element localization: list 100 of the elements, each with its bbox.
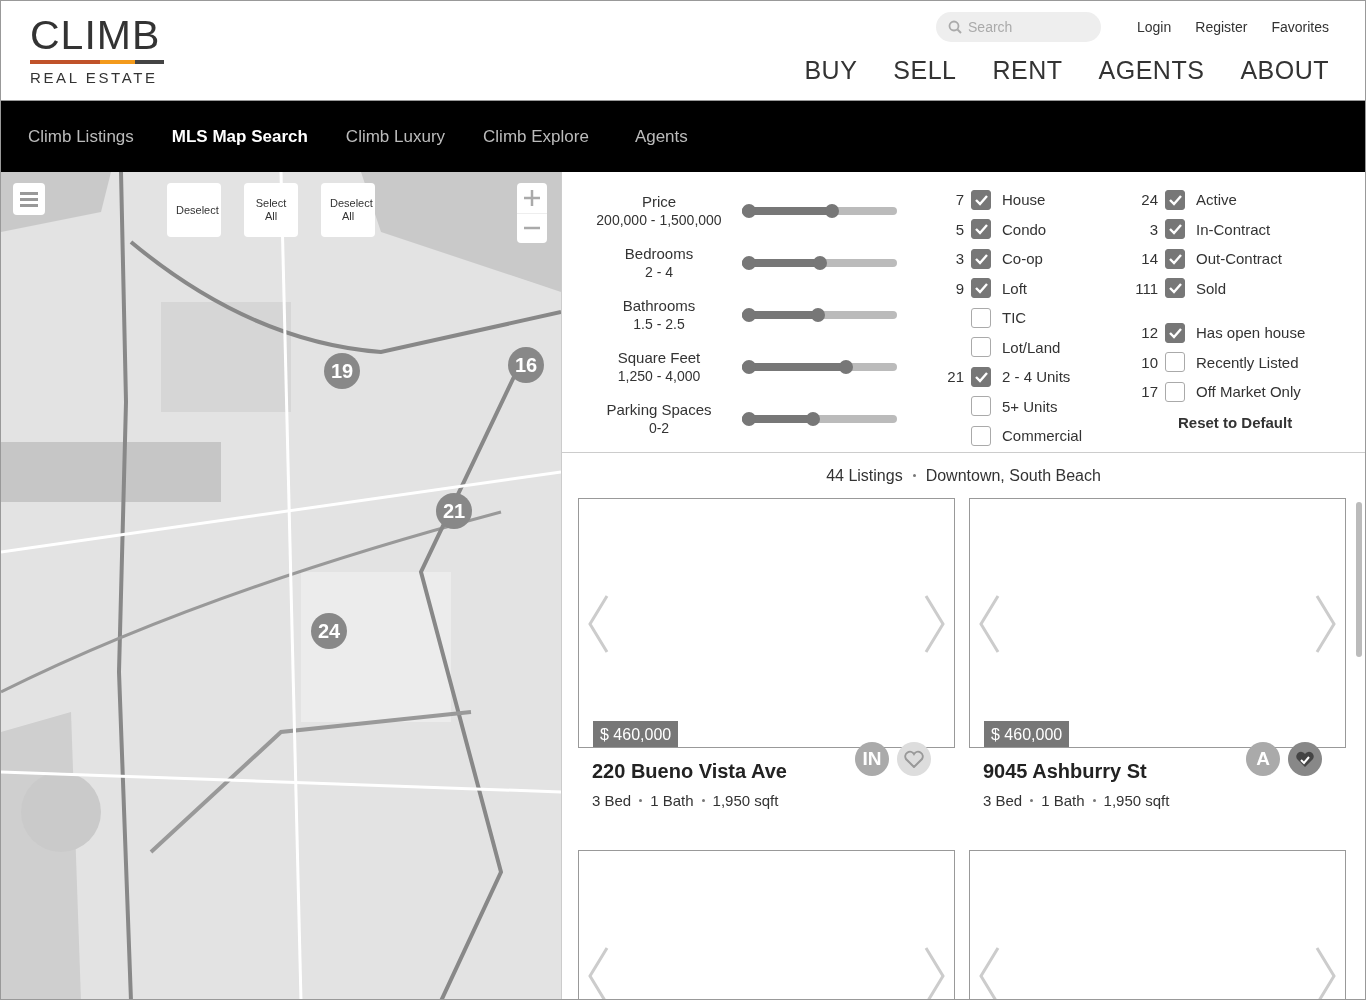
main-nav-link[interactable]: ABOUT <box>1240 56 1329 85</box>
map-button[interactable]: Select All <box>244 183 298 237</box>
filter-label: Price <box>640 192 678 211</box>
checkbox[interactable] <box>971 307 991 328</box>
filter-label: Square Feet <box>616 348 702 367</box>
nav-tab[interactable]: Climb Listings <box>28 126 134 147</box>
slider-handle[interactable] <box>742 360 756 374</box>
account-link[interactable]: Register <box>1195 19 1248 35</box>
checkbox[interactable] <box>1165 248 1185 269</box>
nav-tab[interactable]: Agents <box>634 126 688 147</box>
range-value: 1,250 - 4,000 <box>616 367 702 386</box>
main-nav-link[interactable]: BUY <box>804 56 858 85</box>
slider-handle[interactable] <box>742 204 756 218</box>
checkbox-label: Lot/Land <box>1002 338 1061 356</box>
checkbox[interactable] <box>971 278 991 299</box>
slider-handle[interactable] <box>824 204 839 218</box>
next-photo-button[interactable] <box>924 946 946 999</box>
nav-tab[interactable]: Climb Explore <box>483 126 589 147</box>
filter-label: Bedrooms <box>623 244 695 263</box>
checkbox-label: In-Contract <box>1196 220 1271 238</box>
range-slider[interactable] <box>742 259 897 267</box>
slider-handle[interactable] <box>742 256 756 270</box>
zoom-control[interactable] <box>517 183 547 243</box>
range-slider[interactable] <box>742 363 897 371</box>
listing-address: 220 Bueno Vista Ave <box>592 760 788 783</box>
filter-label: Bathrooms <box>621 296 697 315</box>
range-value: 2 - 4 <box>644 263 674 282</box>
checkbox[interactable] <box>1165 278 1185 299</box>
main-nav-link[interactable]: SELL <box>893 56 957 85</box>
search-icon <box>948 20 962 34</box>
account-link[interactable]: Favorites <box>1271 19 1329 35</box>
checkbox-label: Condo <box>1002 220 1047 238</box>
checkbox[interactable] <box>971 337 991 358</box>
result-count: 24 <box>1140 191 1158 209</box>
reset-button[interactable]: Reset to Default <box>1172 409 1299 435</box>
search-field[interactable]: Search <box>936 12 1101 42</box>
checkbox[interactable] <box>971 396 991 417</box>
result-count: 7 <box>954 191 964 209</box>
checkbox-label: Off Market Only <box>1196 383 1301 401</box>
chevron-left-icon <box>587 594 609 654</box>
map-button[interactable]: Deselect <box>167 183 221 237</box>
checkbox-label: Commercial <box>1002 427 1082 445</box>
checkbox[interactable] <box>1165 381 1185 402</box>
result-count: 17 <box>1140 383 1158 401</box>
checkbox[interactable] <box>1165 189 1185 210</box>
checkbox[interactable] <box>1165 322 1185 343</box>
slider-handle[interactable] <box>838 360 853 374</box>
range-value: 200,000 - 1,500,000 <box>595 211 723 230</box>
logo-tagline: REAL ESTATE <box>30 70 159 86</box>
chevron-left-icon <box>978 594 1000 654</box>
scrollbar[interactable] <box>1356 502 1362 657</box>
range-value: 0-2 <box>647 419 671 438</box>
bed-count: 3 Bed <box>983 792 1023 809</box>
slider-handle[interactable] <box>812 256 827 270</box>
slider-handle[interactable] <box>806 412 821 426</box>
checkbox-label: Loft <box>1002 279 1028 297</box>
range-slider[interactable] <box>742 415 897 423</box>
result-count: 111 <box>1134 279 1158 297</box>
bath-count: 1 Bath <box>1041 792 1085 809</box>
next-photo-button[interactable] <box>1315 946 1337 999</box>
area-label: Downtown, South Beach <box>925 466 1101 485</box>
account-link[interactable]: Login <box>1137 19 1172 35</box>
heart-icon <box>904 750 924 768</box>
main-nav-link[interactable]: RENT <box>992 56 1063 85</box>
result-count: 10 <box>1140 353 1158 371</box>
checkbox[interactable] <box>1165 219 1185 240</box>
checkbox-label: Out-Contract <box>1196 250 1282 268</box>
bed-count: 3 Bed <box>592 792 632 809</box>
checkbox-label: 5+ Units <box>1002 397 1058 415</box>
range-slider[interactable] <box>742 311 897 319</box>
result-count: 5 <box>954 220 964 238</box>
slider-handle[interactable] <box>742 412 756 426</box>
square-footage: 1,950 sqft <box>712 792 779 809</box>
checkbox[interactable] <box>971 425 991 446</box>
separator-dot <box>1092 799 1096 802</box>
nav-tab[interactable]: Climb Luxury <box>345 126 446 147</box>
favorite-button[interactable] <box>1288 742 1322 776</box>
listing-count: 44 Listings <box>826 466 903 485</box>
main-nav-link[interactable]: AGENTS <box>1098 56 1205 85</box>
nav-tab[interactable]: MLS Map Search <box>171 126 308 147</box>
checkbox[interactable] <box>971 248 991 269</box>
checkbox[interactable] <box>971 219 991 240</box>
previous-photo-button[interactable] <box>587 946 609 999</box>
menu-button[interactable] <box>13 183 45 215</box>
slider-handle[interactable] <box>742 308 756 322</box>
result-count: 12 <box>1140 324 1158 342</box>
checkbox[interactable] <box>971 189 991 210</box>
map-button[interactable]: Deselect All <box>321 183 375 237</box>
result-count: 21 <box>946 368 964 386</box>
checkbox-label: 2 - 4 Units <box>1002 368 1071 386</box>
chevron-right-icon <box>1315 594 1337 654</box>
chevron-right-icon <box>924 594 946 654</box>
checkbox[interactable] <box>1165 352 1185 373</box>
slider-handle[interactable] <box>810 308 825 322</box>
previous-photo-button[interactable] <box>978 946 1000 999</box>
status-badge: IN <box>855 742 889 776</box>
result-count: 3 <box>954 250 964 268</box>
separator-dot <box>639 799 643 802</box>
checkbox[interactable] <box>971 366 991 387</box>
range-slider[interactable] <box>742 207 897 215</box>
